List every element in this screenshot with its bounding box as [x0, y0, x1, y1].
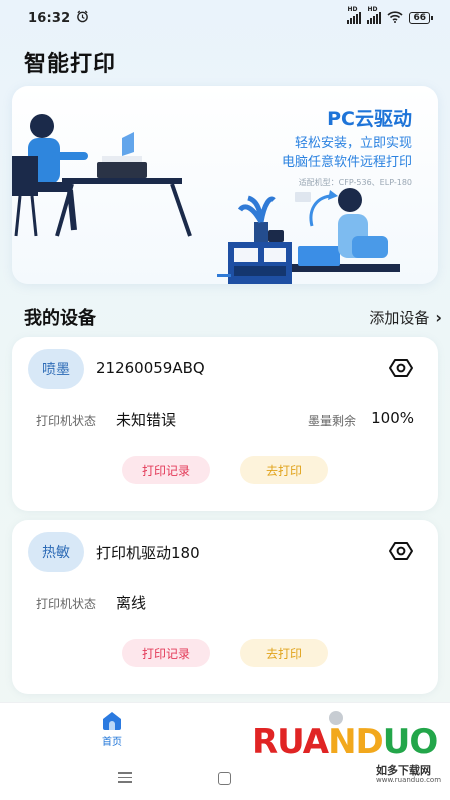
promo-banner[interactable]: PC云驱动 轻松安装，立即实现 电脑任意软件远程打印 适配机型：CFP-536、… — [12, 86, 438, 284]
watermark-logo: RUANDUO 如多下载网 www.ruanduo.com — [252, 722, 442, 792]
status-bar: 16:32 HD HD 66 — [0, 0, 450, 36]
eye-icon[interactable] — [388, 540, 414, 562]
go-print-button[interactable]: 去打印 — [240, 639, 328, 667]
tab-home-label: 首页 — [102, 737, 122, 748]
print-record-button[interactable]: 打印记录 — [122, 456, 210, 484]
banner-subtitle-line1: 轻松安装，立即实现 — [294, 136, 412, 151]
banner-compatible-models: 适配机型：CFP-536、ELP-180 — [298, 178, 412, 187]
print-record-button[interactable]: 打印记录 — [122, 639, 210, 667]
devices-section-header: 我的设备 添加设备 › — [24, 304, 442, 330]
ink-remaining-label: 墨量剩余 — [307, 414, 356, 428]
banner-title: PC云驱动 — [327, 108, 412, 130]
device-card[interactable]: 热敏 打印机驱动180 打印机状态 离线 打印记录 去打印 — [12, 520, 438, 694]
tab-home[interactable]: 首页 — [84, 709, 140, 748]
device-name: 打印机驱动180 — [96, 544, 200, 562]
eye-icon[interactable] — [388, 357, 414, 379]
device-card[interactable]: 喷墨 21260059ABQ 打印机状态 未知错误 墨量剩余 100% 打印记录… — [12, 337, 438, 511]
banner-subtitle: 轻松安装，立即实现 电脑任意软件远程打印 — [282, 134, 412, 172]
add-device-label: 添加设备 — [369, 308, 430, 327]
watermark-site-url: www.ruanduo.com — [376, 776, 442, 784]
page-title: 智能打印 — [24, 52, 117, 77]
home-square-icon[interactable] — [218, 772, 231, 785]
printer-status-value: 未知错误 — [116, 411, 177, 429]
cell-signal-icon-2: HD — [367, 6, 382, 24]
status-time: 16:32 — [28, 10, 71, 26]
printer-status-label: 打印机状态 — [36, 414, 97, 428]
battery-icon: 66 — [409, 12, 433, 24]
watermark-logo-text: RUANDUO — [252, 722, 438, 762]
device-type-badge: 热敏 — [28, 532, 84, 572]
printer-status-label: 打印机状态 — [36, 597, 97, 611]
banner-subtitle-line2: 电脑任意软件远程打印 — [281, 155, 412, 170]
printer-status-value: 离线 — [116, 594, 147, 612]
device-type-badge: 喷墨 — [28, 349, 84, 389]
cell-signal-icon: HD — [347, 6, 362, 24]
go-print-button[interactable]: 去打印 — [240, 456, 328, 484]
add-device-button[interactable]: 添加设备 › — [369, 307, 442, 328]
devices-section-title: 我的设备 — [24, 308, 96, 329]
home-icon — [103, 712, 121, 730]
device-name: 21260059ABQ — [96, 359, 205, 377]
ink-remaining-value: 100% — [371, 409, 414, 427]
alarm-icon — [76, 10, 89, 27]
chevron-right-icon: › — [435, 307, 442, 327]
wifi-icon — [387, 10, 404, 26]
menu-icon[interactable] — [118, 772, 132, 786]
